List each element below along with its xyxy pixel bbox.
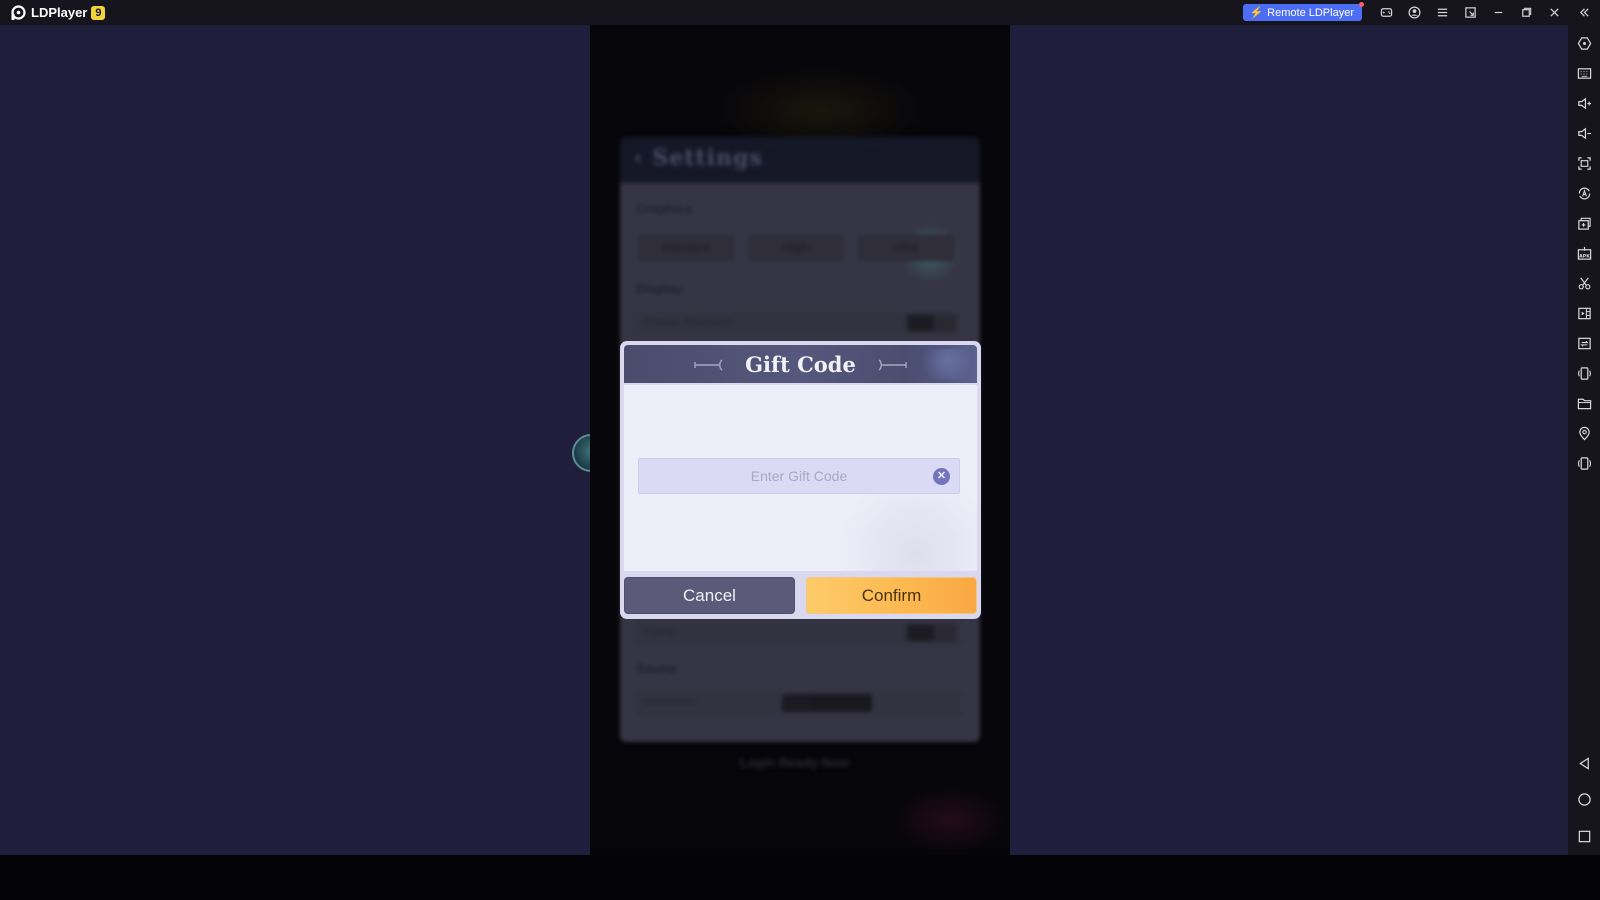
minimize-icon[interactable] xyxy=(1484,0,1512,25)
screenshot-icon[interactable] xyxy=(1568,152,1600,174)
notification-dot xyxy=(1359,2,1364,7)
confirm-button[interactable]: Confirm xyxy=(806,577,977,614)
app-logo: LDPlayer 9 xyxy=(10,0,106,25)
scissors-icon[interactable] xyxy=(1568,272,1600,294)
footer-text-blurred: Login Ready Now xyxy=(740,755,850,770)
cancel-button[interactable]: Cancel xyxy=(624,577,795,614)
home-icon[interactable] xyxy=(1568,788,1600,810)
graphics-option: Ultra xyxy=(858,235,954,261)
shake-icon[interactable] xyxy=(1568,362,1600,384)
section-label: Graphics xyxy=(636,201,693,216)
right-toolbar: APK xyxy=(1568,25,1600,855)
graphics-option: High xyxy=(748,235,844,261)
section-label: Display xyxy=(636,281,683,296)
remote-ldplayer-label: Remote LDPlayer xyxy=(1267,6,1354,19)
settings-header: ‹ Settings xyxy=(620,137,980,183)
svg-text:APK: APK xyxy=(1579,253,1590,259)
auto-rotate-icon[interactable] xyxy=(1568,182,1600,204)
row-label: Resolution xyxy=(644,696,696,708)
remote-ldplayer-button[interactable]: ⚡ Remote LDPlayer xyxy=(1243,2,1364,21)
background-glow xyxy=(890,785,1010,855)
settings-row: Resolution xyxy=(636,691,962,715)
install-apk-icon[interactable]: APK xyxy=(1568,242,1600,264)
clear-input-icon[interactable]: ✕ xyxy=(933,468,950,485)
location-icon[interactable] xyxy=(1568,422,1600,444)
dialog-actions: Cancel Confirm xyxy=(624,577,977,614)
sync-icon[interactable] xyxy=(1568,332,1600,354)
keyboard-icon[interactable] xyxy=(1568,62,1600,84)
volume-up-icon[interactable] xyxy=(1568,92,1600,114)
folder-icon[interactable] xyxy=(1568,392,1600,414)
title-bar: LDPlayer 9 ⚡ Remote LDPlayer xyxy=(0,0,1600,25)
dialog-title: Gift Code xyxy=(745,351,856,377)
gift-code-field: ✕ xyxy=(638,458,960,494)
version-badge: 9 xyxy=(91,5,106,20)
close-icon[interactable] xyxy=(1540,0,1568,25)
left-ornament-icon xyxy=(693,358,725,371)
dialog-header: Gift Code xyxy=(624,345,977,383)
restore-icon[interactable] xyxy=(1512,0,1540,25)
multi-instance-icon[interactable] xyxy=(1568,212,1600,234)
settings-title: Settings xyxy=(652,145,763,171)
back-icon[interactable] xyxy=(1568,752,1600,774)
sync-window-icon[interactable] xyxy=(1456,0,1484,25)
recents-icon[interactable] xyxy=(1568,825,1600,847)
ldplayer-window: LDPlayer 9 ⚡ Remote LDPlayer ‹ Settings … xyxy=(0,0,1600,900)
bottom-bar xyxy=(0,855,1600,900)
toggle xyxy=(906,314,956,332)
account-icon[interactable] xyxy=(1400,0,1428,25)
section-label: Sound xyxy=(636,661,677,676)
row-label: Display Resolution xyxy=(644,316,736,328)
row-label: Frame xyxy=(644,626,676,638)
settings-icon[interactable] xyxy=(1568,32,1600,54)
settings-row: Frame xyxy=(636,621,962,645)
lightning-icon: ⚡ xyxy=(1249,7,1264,19)
dialog-body: ✕ xyxy=(624,385,977,571)
gamepad-icon[interactable] xyxy=(1372,0,1400,25)
toggle xyxy=(906,624,956,642)
menu-icon[interactable] xyxy=(1428,0,1456,25)
ldplayer-logo-icon xyxy=(10,4,26,21)
collapse-sidebar-icon[interactable] xyxy=(1568,0,1600,25)
right-ornament-icon xyxy=(876,358,908,371)
video-record-icon[interactable] xyxy=(1568,302,1600,324)
volume-down-icon[interactable] xyxy=(1568,122,1600,144)
rotate-icon[interactable] xyxy=(1568,452,1600,474)
app-name: LDPlayer xyxy=(31,5,88,20)
graphics-option: Standard xyxy=(638,235,734,261)
slider xyxy=(782,694,872,712)
header-decoration xyxy=(911,349,971,379)
gift-code-input[interactable] xyxy=(639,459,959,493)
settings-row: Display Resolution xyxy=(636,311,962,335)
gift-code-dialog: Gift Code ✕ Cancel Confirm xyxy=(620,341,981,619)
